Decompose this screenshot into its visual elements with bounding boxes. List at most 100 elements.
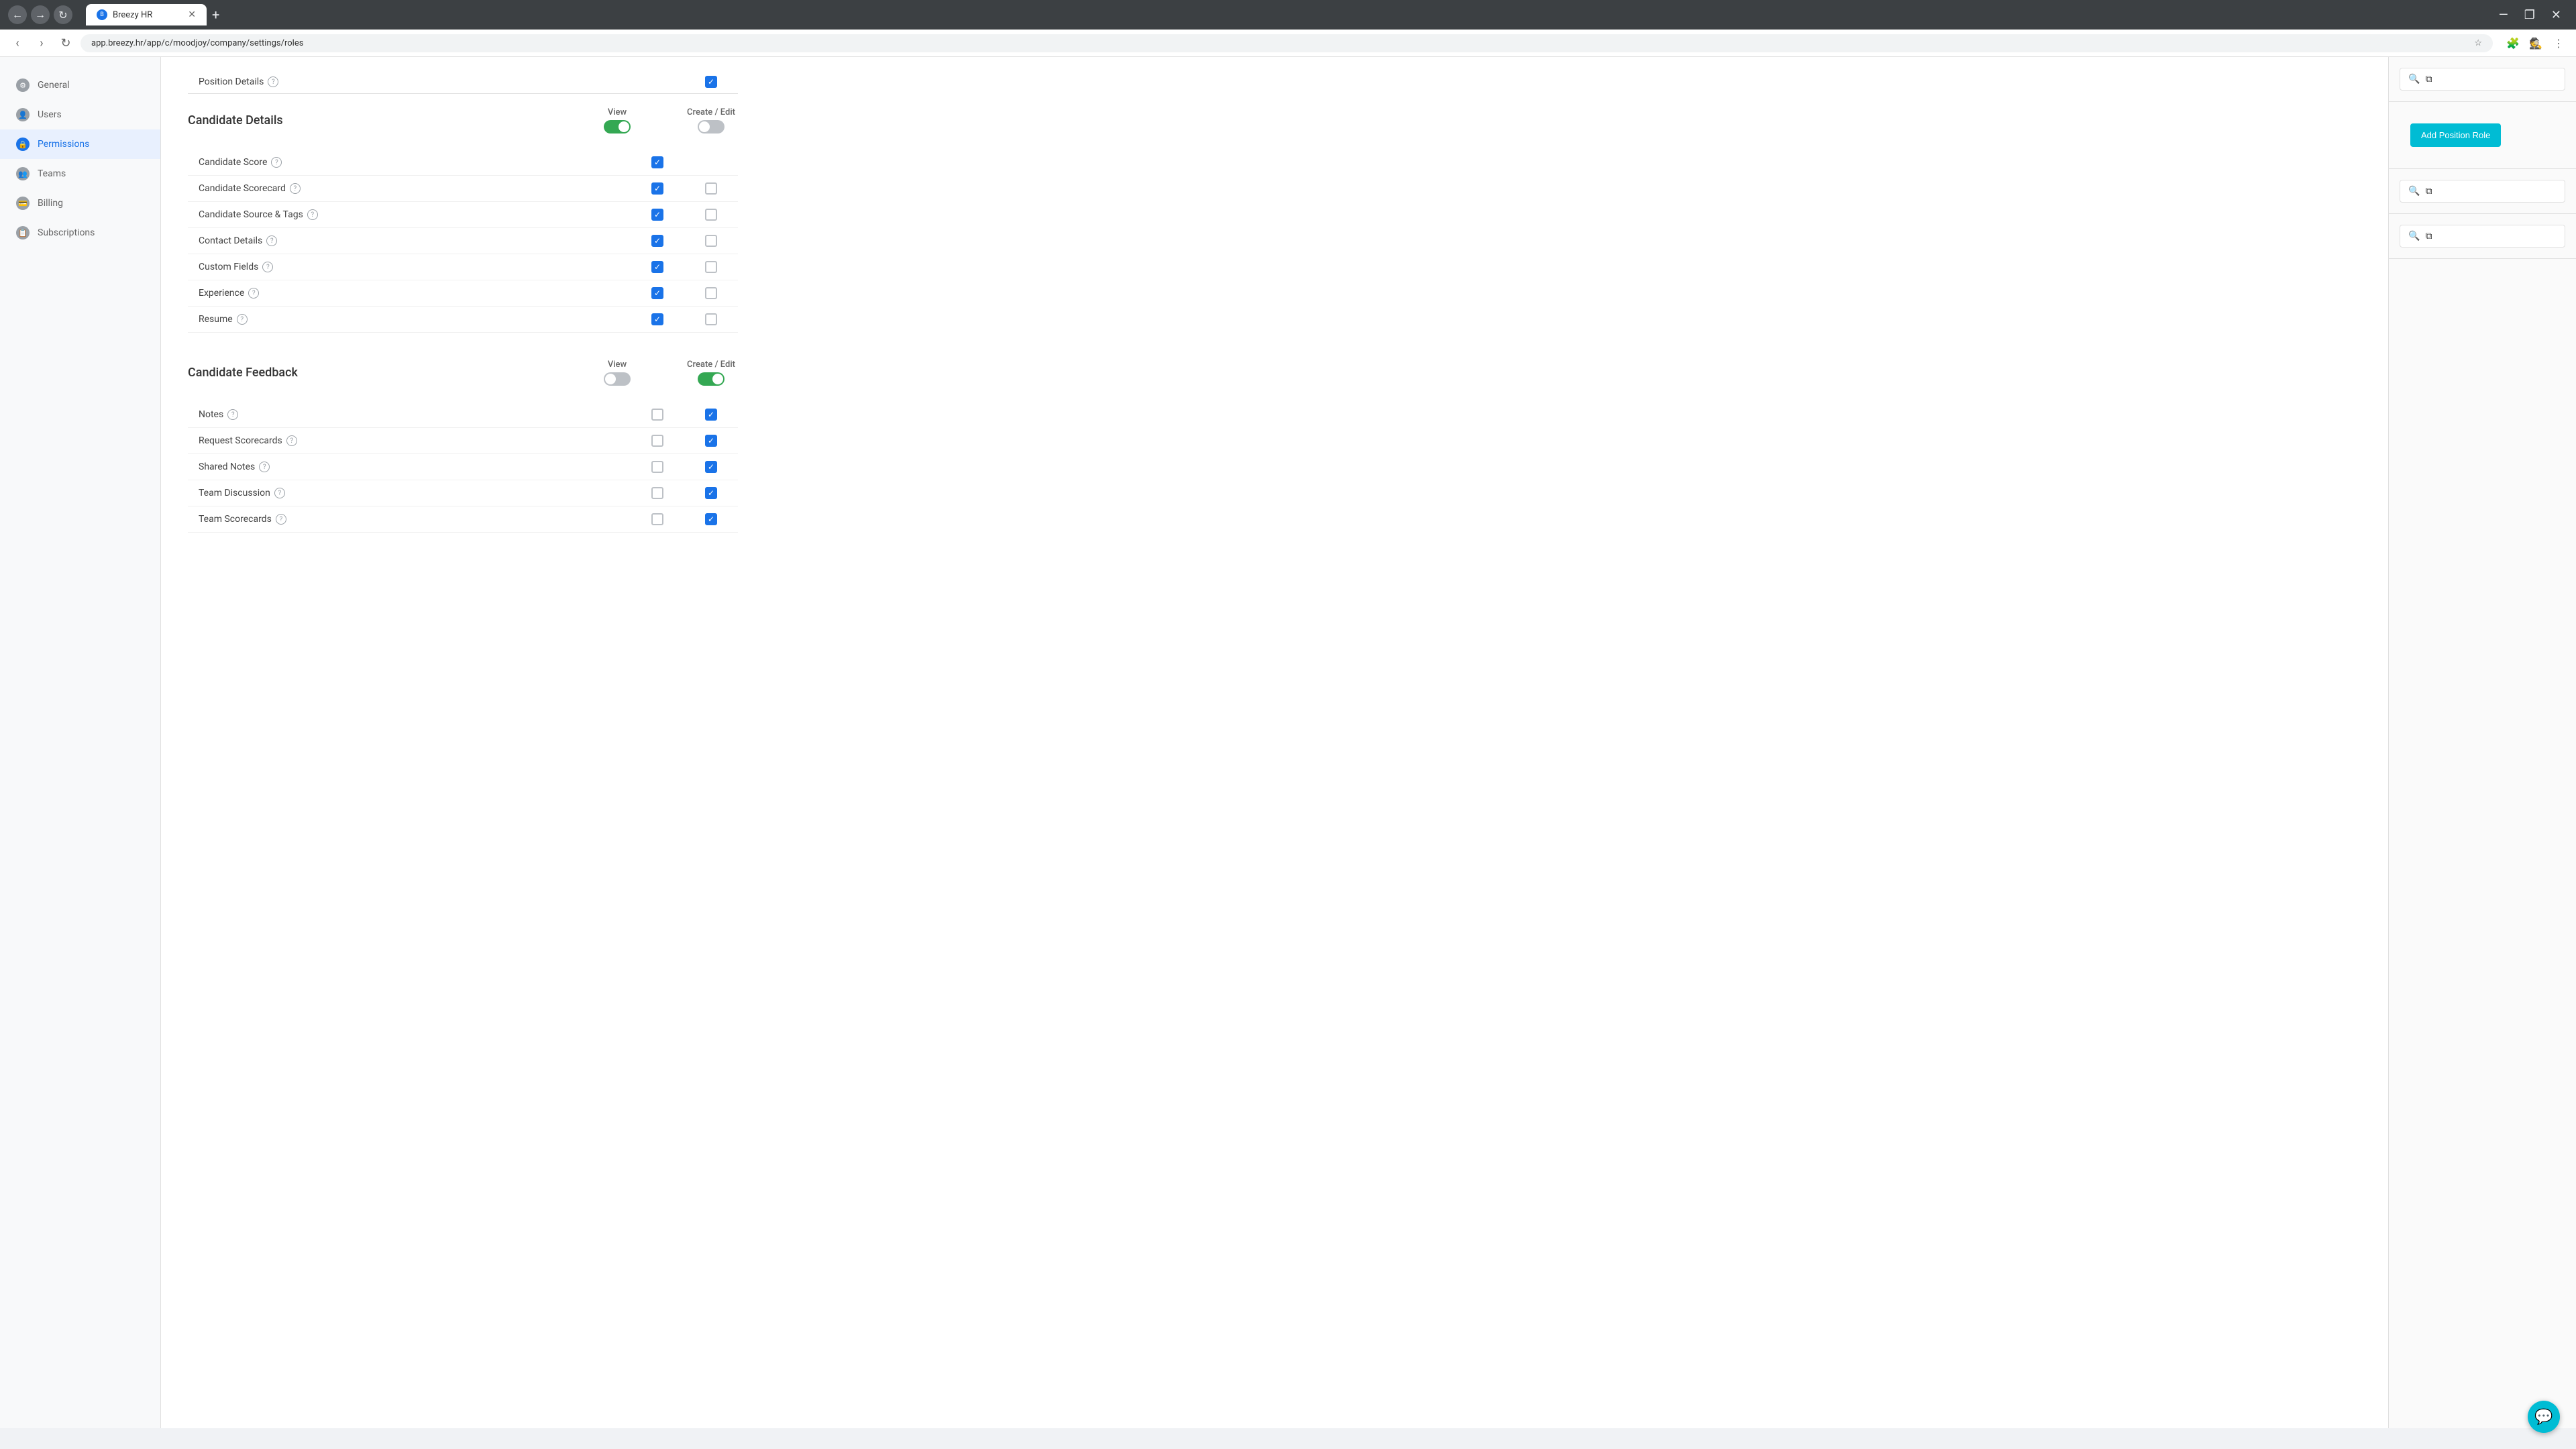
table-row: Team Discussion ? [188,480,738,506]
bookmark-icon[interactable]: ☆ [2474,38,2482,48]
sidebar-item-teams[interactable]: 👥 Teams [0,159,160,189]
edit-checkbox-cell [684,235,738,247]
permission-label: Custom Fields ? [188,262,631,272]
edit-checkbox[interactable] [705,261,717,273]
edit-checkbox[interactable] [705,209,717,221]
info-icon[interactable]: ? [307,209,318,220]
edit-checkbox[interactable] [705,313,717,325]
view-checkbox[interactable] [651,435,663,447]
users-icon: 👤 [16,108,30,121]
table-row: Resume ? [188,307,738,333]
sidebar-label-teams: Teams [38,168,66,179]
add-position-role-button[interactable]: Add Position Role [2410,123,2501,147]
info-icon[interactable]: ? [266,235,277,246]
edit-checkbox-cell [684,513,738,525]
permission-label: Team Scorecards ? [188,514,631,525]
copy-icon-3: ⧉ [2425,231,2432,241]
edit-checkbox[interactable] [705,487,717,499]
close-button[interactable]: ✕ [2544,7,2568,23]
view-checkbox-cell [631,261,684,273]
view-checkbox-cell [631,209,684,221]
browser-tab[interactable]: B Breezy HR ✕ [86,4,207,25]
new-tab-button[interactable]: + [207,4,225,25]
view-checkbox[interactable] [651,487,663,499]
sidebar-item-subscriptions[interactable]: 📋 Subscriptions [0,218,160,248]
candidate-feedback-view-toggle[interactable] [604,372,631,386]
view-checkbox[interactable] [651,313,663,325]
info-icon[interactable]: ? [259,462,270,472]
candidate-details-section: Candidate Details View Create / Edit [188,107,738,333]
nav-refresh-btn[interactable]: ↻ [56,34,75,52]
view-checkbox[interactable] [651,409,663,421]
info-icon[interactable]: ? [290,183,301,194]
search-icon-3: 🔍 [2408,231,2420,241]
info-icon[interactable]: ? [237,314,248,325]
position-details-info-icon[interactable]: ? [268,76,278,87]
info-icon[interactable]: ? [276,514,286,525]
info-icon[interactable]: ? [274,488,285,498]
chat-bubble[interactable]: 💬 [2528,1401,2560,1433]
candidate-feedback-edit-toggle[interactable] [698,372,724,386]
view-checkbox[interactable] [651,287,663,299]
view-checkbox[interactable] [651,461,663,473]
right-panel-search-1: 🔍 ⧉ [2389,57,2576,102]
info-icon[interactable]: ? [271,157,282,168]
edit-checkbox[interactable] [705,461,717,473]
nav-forward-btn[interactable]: › [32,34,51,52]
table-row: Team Scorecards ? [188,506,738,533]
refresh-button[interactable]: ↻ [54,5,72,24]
edit-checkbox[interactable] [705,409,717,421]
edit-checkbox[interactable] [705,513,717,525]
edit-checkbox[interactable] [705,435,717,447]
address-bar[interactable]: app.breezy.hr/app/c/moodjoy/company/sett… [80,34,2493,52]
minimize-button[interactable]: — [2492,7,2515,23]
permission-label: Candidate Scorecard ? [188,183,631,194]
info-icon[interactable]: ? [227,409,238,420]
menu-button[interactable]: ⋮ [2549,34,2568,52]
nav-back-btn[interactable]: ‹ [8,34,27,52]
candidate-feedback-rows: Notes ?Request Scorecards ?Shared Notes … [188,402,738,533]
info-icon[interactable]: ? [286,435,297,446]
right-panel-search-2: 🔍 ⧉ [2389,169,2576,214]
sidebar-item-general[interactable]: ⚙ General [0,70,160,100]
forward-button[interactable]: → [31,5,50,24]
content-area: Position Details ? Candidate Details Vie… [161,57,765,573]
app-layout: ⚙ General 👤 Users 🔒 Permissions 👥 Teams … [0,57,2576,1428]
edit-checkbox[interactable] [705,235,717,247]
edit-checkbox-cell [684,313,738,325]
view-checkbox[interactable] [651,513,663,525]
search-box-2[interactable]: 🔍 ⧉ [2400,180,2565,203]
edit-checkbox-cell [684,209,738,221]
permission-label: Experience ? [188,288,631,299]
url-text: app.breezy.hr/app/c/moodjoy/company/sett… [91,38,303,48]
candidate-details-view-toggle[interactable] [604,120,631,133]
sidebar-label-subscriptions: Subscriptions [38,227,95,238]
info-icon[interactable]: ? [262,262,273,272]
search-box-3[interactable]: 🔍 ⧉ [2400,225,2565,248]
view-checkbox[interactable] [651,261,663,273]
sidebar-item-users[interactable]: 👤 Users [0,100,160,129]
extensions-button[interactable]: 🧩 [2504,34,2522,52]
permission-label: Contact Details ? [188,235,631,246]
sidebar-item-permissions[interactable]: 🔒 Permissions [0,129,160,159]
info-icon[interactable]: ? [248,288,259,299]
teams-icon: 👥 [16,167,30,180]
sidebar-item-billing[interactable]: 💳 Billing [0,189,160,218]
edit-checkbox[interactable] [705,182,717,195]
view-checkbox[interactable] [651,209,663,221]
view-checkbox[interactable] [651,235,663,247]
edit-checkbox[interactable] [705,287,717,299]
permission-label: Shared Notes ? [188,462,631,472]
tab-close-button[interactable]: ✕ [188,9,196,20]
position-details-view-checkbox[interactable] [705,76,717,88]
view-checkbox[interactable] [651,182,663,195]
back-button[interactable]: ← [8,5,27,24]
feedback-create-edit-col-header: Create / Edit [684,360,738,370]
incognito-button[interactable]: 🕵 [2526,34,2545,52]
window-controls: — ❐ ✕ [2492,7,2568,23]
search-box-1[interactable]: 🔍 ⧉ [2400,68,2565,91]
view-checkbox[interactable] [651,156,663,168]
restore-button[interactable]: ❐ [2518,7,2542,23]
address-bar-icons: ☆ [2474,38,2482,48]
candidate-details-edit-toggle[interactable] [698,120,724,133]
